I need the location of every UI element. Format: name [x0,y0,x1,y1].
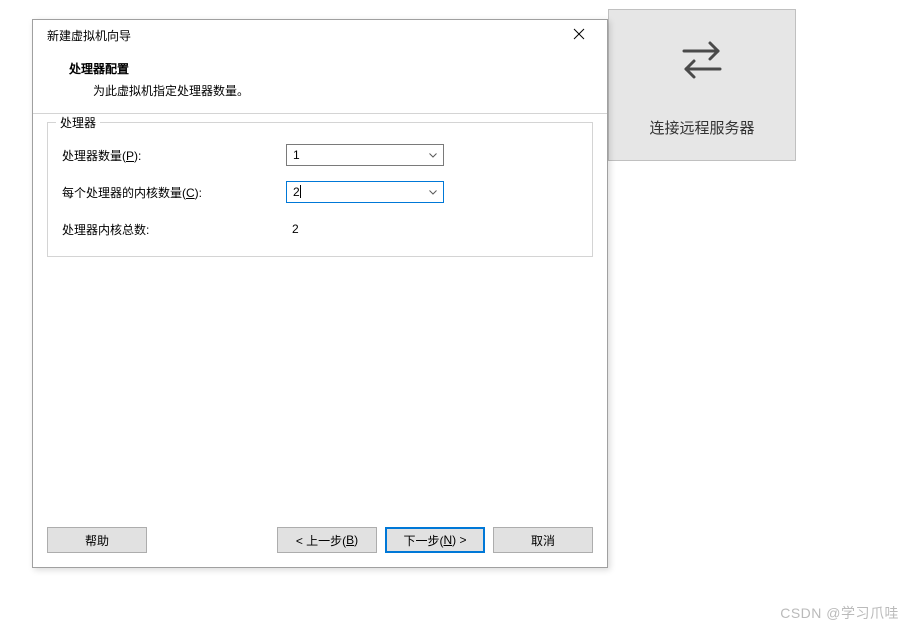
remote-server-label: 连接远程服务器 [649,117,754,138]
label-cores-per-processor: 每个处理器的内核数量(C): [62,184,286,201]
chevron-down-icon [425,153,441,158]
wizard-footer: 帮助 < 上一步(B) 下一步(N) > 取消 [33,513,607,567]
cores-per-processor-value: 2 [293,185,425,199]
processor-group: 处理器 处理器数量(P): 1 每个处理器的内核数量(C): [47,122,593,257]
new-vm-wizard-dialog: 新建虚拟机向导 处理器配置 为此虚拟机指定处理器数量。 处理器 处理器数量(P)… [32,19,608,568]
titlebar: 新建虚拟机向导 [33,20,607,50]
label-total-cores: 处理器内核总数: [62,221,286,238]
processor-count-value: 1 [293,148,425,162]
cores-per-processor-combo[interactable]: 2 [286,181,444,203]
close-button[interactable] [559,22,599,48]
label-processor-count: 处理器数量(P): [62,147,286,164]
next-button[interactable]: 下一步(N) > [385,527,485,553]
back-button[interactable]: < 上一步(B) [277,527,377,553]
watermark: CSDN @学习爪哇 [780,603,899,623]
chevron-down-icon [425,190,441,195]
total-cores-value: 2 [286,222,444,236]
processor-count-combo[interactable]: 1 [286,144,444,166]
page-subheading: 为此虚拟机指定处理器数量。 [69,82,587,99]
close-icon [573,28,585,43]
row-total-cores: 处理器内核总数: 2 [62,215,578,243]
group-legend: 处理器 [56,114,100,131]
wizard-header: 处理器配置 为此虚拟机指定处理器数量。 [33,50,607,114]
row-processor-count: 处理器数量(P): 1 [62,141,578,169]
cancel-button[interactable]: 取消 [493,527,593,553]
row-cores-per-processor: 每个处理器的内核数量(C): 2 [62,178,578,206]
help-button[interactable]: 帮助 [47,527,147,553]
remote-server-tile[interactable]: 连接远程服务器 [608,9,796,161]
page-heading: 处理器配置 [69,60,587,77]
transfer-icon [674,32,730,91]
wizard-body: 处理器 处理器数量(P): 1 每个处理器的内核数量(C): [33,114,607,513]
dialog-title: 新建虚拟机向导 [47,27,131,44]
